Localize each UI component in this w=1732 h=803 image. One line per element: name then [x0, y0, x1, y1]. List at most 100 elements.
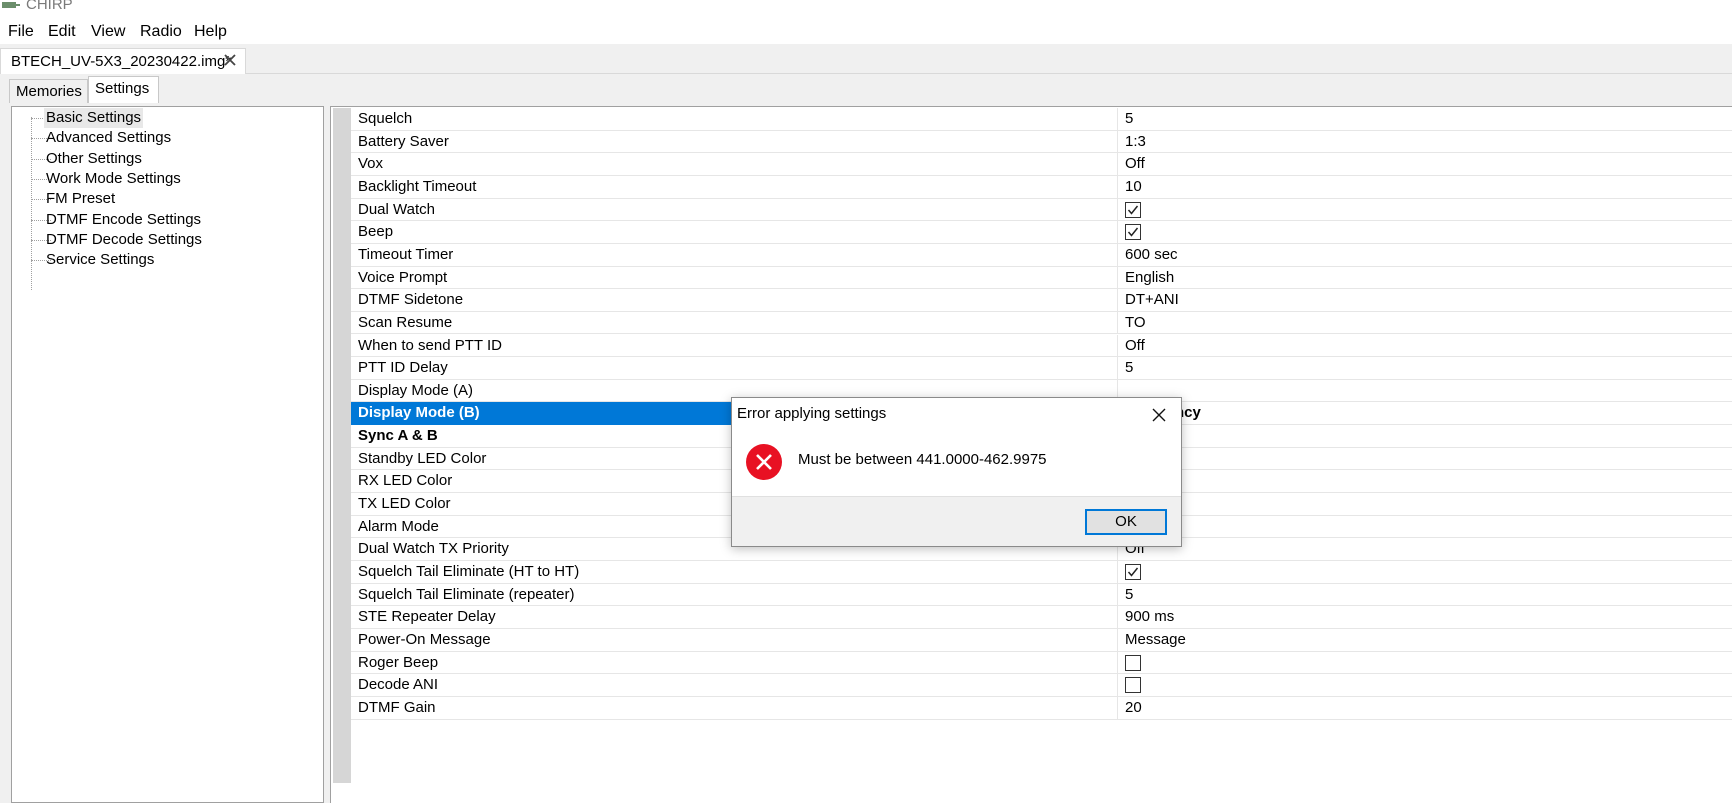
setting-value[interactable]: Off	[1118, 335, 1732, 358]
setting-value[interactable]: Tone	[1118, 516, 1732, 539]
setting-checkbox-cell[interactable]	[1118, 674, 1732, 697]
setting-value[interactable]: 5	[1118, 108, 1732, 131]
checkbox-checked[interactable]	[1125, 224, 1141, 241]
setting-value[interactable]: 1:3	[1118, 131, 1732, 154]
setting-value[interactable]: English	[1118, 267, 1732, 290]
table-row[interactable]: When to send PTT ID Off	[351, 334, 1732, 358]
setting-value[interactable]: DT+ANI	[1118, 289, 1732, 312]
tab-settings[interactable]: Settings	[88, 76, 159, 106]
tree-item[interactable]: Basic Settings	[12, 108, 312, 128]
setting-checkbox-cell[interactable]	[1118, 652, 1732, 675]
tree-item[interactable]: Service Settings	[12, 250, 312, 270]
table-row[interactable]: Vox Off	[351, 153, 1732, 176]
setting-value[interactable]: Message	[1118, 629, 1732, 652]
file-tab-label: BTECH_UV-5X3_20230422.img*	[11, 53, 232, 70]
tree-item-label: FM Preset	[46, 190, 116, 208]
setting-name: When to send PTT ID	[351, 334, 1118, 358]
setting-value[interactable]: TO	[1118, 312, 1732, 335]
tree-item[interactable]: FM Preset	[12, 189, 312, 209]
table-row[interactable]: Roger Beep	[351, 651, 1732, 675]
setting-value[interactable]: 5	[1118, 584, 1732, 607]
menu-view[interactable]: View	[91, 22, 125, 42]
setting-name: Timeout Timer	[351, 243, 1118, 267]
setting-value[interactable]: Frequency	[1118, 402, 1732, 425]
table-row[interactable]: DTMF Sidetone DT+ANI	[351, 289, 1732, 312]
menu-file[interactable]: File	[8, 22, 34, 42]
setting-name: Dual Watch	[351, 198, 1118, 222]
setting-name: Scan Resume	[351, 311, 1118, 335]
dialog-title: Error applying settings	[737, 405, 887, 422]
tree-item[interactable]: DTMF Decode Settings	[12, 230, 312, 250]
table-row[interactable]: Squelch Tail Eliminate (HT to HT)	[351, 561, 1732, 584]
menu-radio[interactable]: Radio	[140, 22, 182, 42]
tab-memories[interactable]: Memories	[9, 79, 88, 106]
table-row[interactable]: STE Repeater Delay 900 ms	[351, 606, 1732, 629]
menu-edit[interactable]: Edit	[48, 22, 76, 42]
tree-item[interactable]: Work Mode Settings	[12, 169, 312, 189]
error-dialog: Error applying settings Must be between …	[731, 397, 1182, 547]
table-row[interactable]: Backlight Timeout 10	[351, 175, 1732, 199]
row-header-column	[333, 108, 351, 783]
close-icon[interactable]	[223, 53, 237, 67]
setting-value[interactable]	[1118, 425, 1732, 448]
table-row[interactable]: Squelch 5	[351, 108, 1732, 131]
setting-name: Battery Saver	[351, 130, 1118, 154]
checkmark-icon	[1127, 205, 1139, 215]
table-row[interactable]: Voice Prompt English	[351, 266, 1732, 290]
table-row[interactable]: PTT ID Delay 5	[351, 357, 1732, 380]
setting-value[interactable]: 900 ms	[1118, 606, 1732, 629]
setting-value[interactable]: Orange	[1118, 493, 1732, 516]
setting-name: Vox	[351, 153, 1118, 176]
checkbox-unchecked[interactable]	[1125, 654, 1141, 671]
menu-help[interactable]: Help	[194, 22, 227, 42]
setting-value[interactable]: 5	[1118, 357, 1732, 380]
setting-checkbox-cell[interactable]	[1118, 221, 1732, 244]
setting-name: PTT ID Delay	[351, 357, 1118, 380]
view-tab-strip: Memories Settings	[0, 74, 1732, 106]
table-row[interactable]: Power-On Message Message	[351, 628, 1732, 652]
close-icon[interactable]	[1152, 408, 1166, 422]
ok-button[interactable]: OK	[1085, 509, 1167, 535]
table-row[interactable]: Battery Saver 1:3	[351, 130, 1732, 154]
checkbox-checked[interactable]	[1125, 201, 1141, 218]
setting-value[interactable]	[1118, 470, 1732, 493]
setting-value[interactable]: Off	[1118, 538, 1732, 561]
setting-checkbox-cell[interactable]	[1118, 561, 1732, 584]
setting-value[interactable]: Off	[1118, 153, 1732, 176]
menu-bar: File Edit View Radio Help	[0, 20, 1732, 44]
setting-name: Squelch	[351, 108, 1118, 131]
setting-name: Squelch Tail Eliminate (repeater)	[351, 583, 1118, 607]
setting-checkbox-cell[interactable]	[1118, 199, 1732, 222]
setting-value[interactable]	[1118, 380, 1732, 403]
setting-name: Roger Beep	[351, 651, 1118, 675]
tree-item[interactable]: DTMF Encode Settings	[12, 210, 312, 230]
file-tab-strip: BTECH_UV-5X3_20230422.img*	[0, 44, 1732, 75]
checkbox-unchecked[interactable]	[1125, 677, 1141, 694]
table-row[interactable]: Decode ANI	[351, 674, 1732, 697]
file-tab[interactable]: BTECH_UV-5X3_20230422.img*	[0, 48, 246, 75]
setting-value[interactable]: 20	[1118, 697, 1732, 720]
table-row[interactable]: Scan Resume TO	[351, 311, 1732, 335]
tree-item-label: Other Settings	[46, 149, 142, 167]
checkbox-checked[interactable]	[1125, 564, 1141, 580]
tree-item-label: Work Mode Settings	[46, 169, 181, 187]
setting-name: STE Repeater Delay	[351, 606, 1118, 629]
table-row[interactable]: Dual Watch	[351, 198, 1732, 222]
table-row[interactable]: Squelch Tail Eliminate (repeater) 5	[351, 583, 1732, 607]
table-row[interactable]: Beep	[351, 221, 1732, 244]
table-row[interactable]: DTMF Gain 20	[351, 696, 1732, 720]
tree-item-label: Service Settings	[46, 251, 155, 269]
setting-name: Squelch Tail Eliminate (HT to HT)	[351, 561, 1118, 584]
table-row[interactable]: Timeout Timer 600 sec	[351, 243, 1732, 267]
dialog-message: Must be between 441.0000-462.9975	[798, 451, 1047, 468]
checkmark-icon	[1127, 567, 1139, 577]
setting-name: Power-On Message	[351, 628, 1118, 652]
setting-value[interactable]: 10	[1118, 176, 1732, 199]
app-title: CHIRP	[26, 0, 73, 13]
setting-value[interactable]: 600 sec	[1118, 244, 1732, 267]
tree-item-label: Basic Settings	[44, 108, 144, 128]
tree-item-label: DTMF Decode Settings	[46, 230, 202, 248]
setting-value[interactable]	[1118, 448, 1732, 471]
tree-item[interactable]: Other Settings	[12, 149, 312, 169]
tree-item[interactable]: Advanced Settings	[12, 128, 312, 148]
